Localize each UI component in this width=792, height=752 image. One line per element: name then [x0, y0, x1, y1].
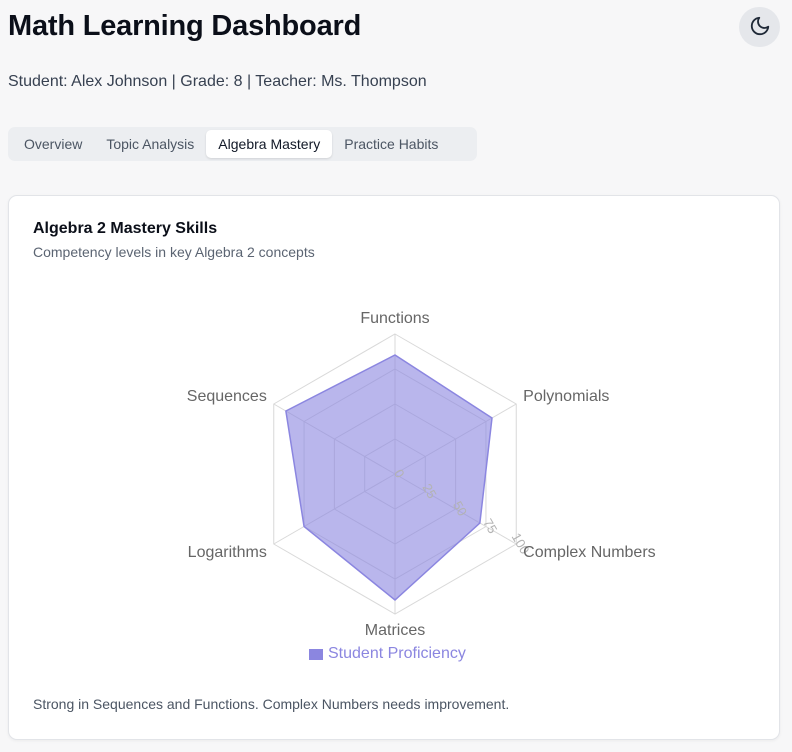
tab-bar: Overview Topic Analysis Algebra Mastery … — [8, 127, 477, 161]
radar-axis-label: Sequences — [187, 388, 267, 405]
legend-label: Student Proficiency — [328, 645, 466, 662]
moon-icon — [749, 15, 771, 40]
mastery-card: Algebra 2 Mastery Skills Competency leve… — [8, 195, 780, 740]
radar-axis-label: Functions — [360, 310, 429, 327]
radar-series-area[interactable] — [285, 354, 493, 601]
tab-algebra-mastery[interactable]: Algebra Mastery — [206, 130, 333, 158]
radar-axis-label: Complex Numbers — [523, 544, 655, 561]
chart-legend[interactable]: Student Proficiency — [309, 645, 466, 663]
app-title: Math Learning Dashboard — [8, 10, 362, 42]
student-info: Student: Alex Johnson | Grade: 8 | Teach… — [8, 73, 427, 90]
tab-overview[interactable]: Overview — [12, 130, 94, 158]
tab-practice-habits[interactable]: Practice Habits — [332, 130, 450, 158]
theme-toggle-button[interactable] — [739, 7, 780, 47]
radar-axis-label: Polynomials — [523, 388, 609, 405]
insight-text: Strong in Sequences and Functions. Compl… — [33, 696, 510, 712]
tab-topic-analysis[interactable]: Topic Analysis — [94, 130, 206, 158]
legend-swatch — [309, 648, 323, 660]
radar-axis-label: Logarithms — [188, 544, 267, 561]
radar-axis-label: Matrices — [365, 622, 425, 639]
